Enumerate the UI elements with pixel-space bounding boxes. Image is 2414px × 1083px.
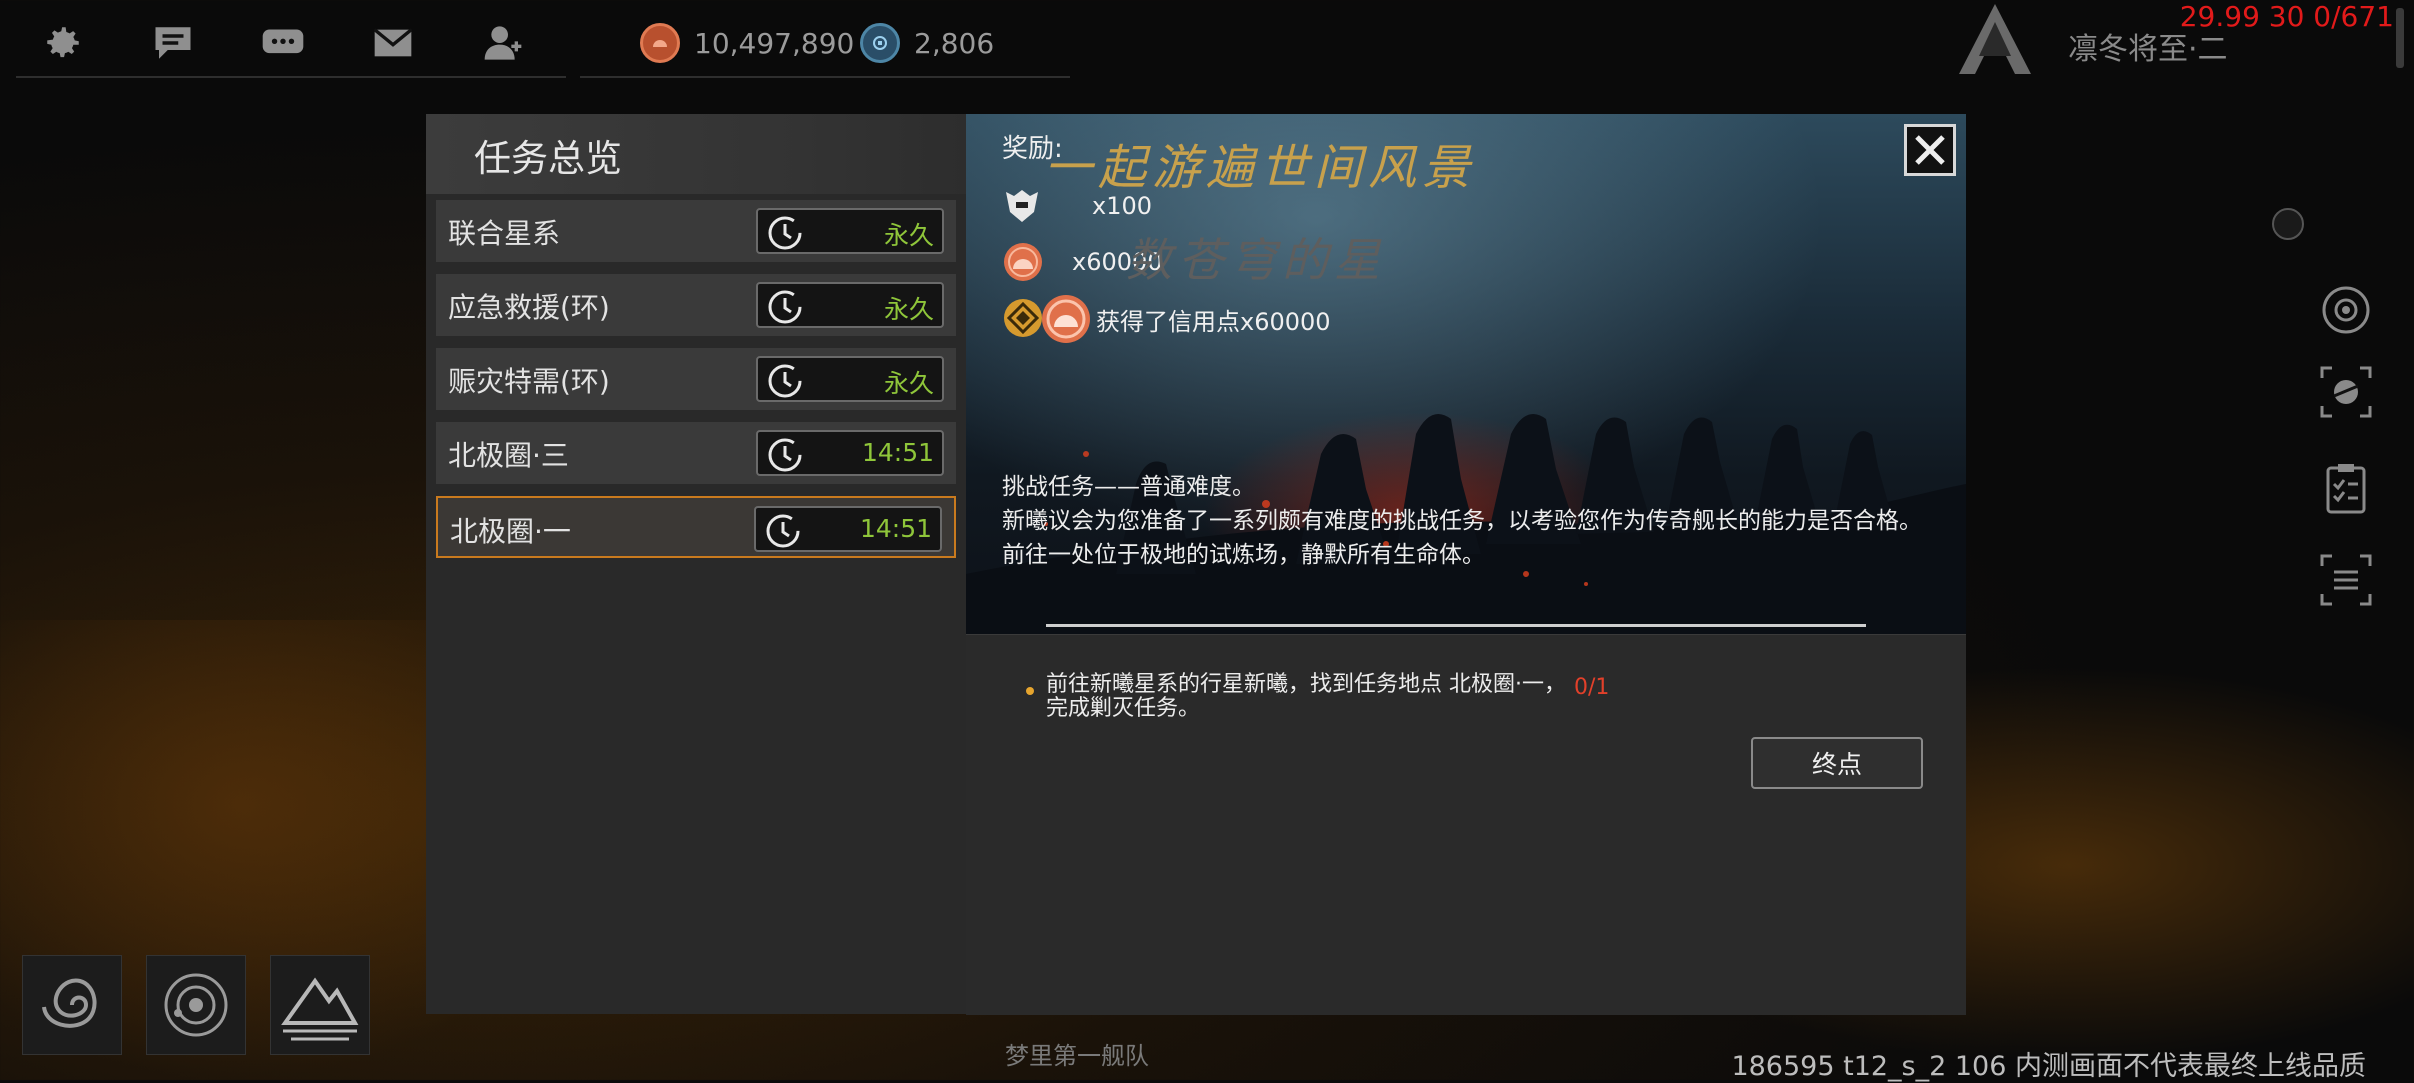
objective-progress: 0/1: [1574, 675, 1610, 700]
crystals-resource: 2,806: [860, 20, 994, 66]
quest-overview-dialog: 任务总览 联合星系 永久 应急救援(环) 永久 赈灾特需(环) 永久 北极圈·三: [426, 114, 1966, 1015]
crystal-icon: [860, 23, 900, 63]
chat-icon[interactable]: [148, 18, 198, 68]
fleet-emblem-icon: [1006, 190, 1038, 222]
watermark-line1: 一起游遍世间风景: [1044, 140, 1477, 196]
scan-planet-icon[interactable]: [2318, 364, 2374, 420]
build-info: 186595 t12_s_2 106 内测画面不代表最终上线品质: [1731, 1051, 2366, 1082]
clock-icon: [766, 514, 800, 548]
quest-name: 联合星系: [448, 217, 561, 250]
quest-name: 北极圈·三: [448, 439, 569, 472]
objective-text: 前往新曦星系的行星新曦，找到任务地点 北极圈·一，完成剿灭任务。: [1046, 672, 1566, 721]
close-button[interactable]: [1904, 124, 1956, 176]
clock-icon: [768, 216, 802, 250]
list-frame-icon[interactable]: [2318, 552, 2374, 608]
minimap-dot: [2272, 208, 2304, 240]
objective-panel: 前往新曦星系的行星新曦，找到任务地点 北极圈·一，完成剿灭任务。 0/1 终点: [966, 634, 1966, 1015]
quest-item[interactable]: 北极圈·三 14:51: [436, 422, 956, 484]
close-icon: [1915, 135, 1945, 165]
quest-list-panel: 任务总览 联合星系 永久 应急救援(环) 永久 赈灾特需(环) 永久 北极圈·三: [426, 114, 966, 1014]
description-line: 挑战任务——普通难度。: [1002, 474, 1255, 500]
credits-resource: 10,497,890: [640, 20, 854, 66]
crystals-value: 2,806: [914, 26, 995, 60]
timer-text: 永久: [883, 295, 934, 324]
fleet-name: 梦里第一舰队: [1005, 1042, 1149, 1070]
clipboard-icon[interactable]: [2318, 460, 2374, 516]
credit-coin-icon: [640, 23, 680, 63]
star-system-button[interactable]: [146, 955, 246, 1055]
credits-value: 10,497,890: [694, 26, 855, 60]
gear-icon[interactable]: [38, 18, 88, 68]
toast-text: 获得了信用点x60000: [1096, 307, 1331, 336]
timer-text: 永久: [883, 221, 934, 250]
timer-text: 14:51: [859, 514, 932, 543]
banner-divider: [1046, 624, 1866, 627]
top-divider: [16, 76, 566, 78]
description-line: 前往一处位于极地的试炼场，静默所有生命体。: [1002, 542, 1485, 568]
quest-timer: 永久: [756, 208, 944, 254]
galaxy-button[interactable]: [22, 955, 122, 1055]
debug-stats: 29.99 30 0/671: [2179, 0, 2394, 33]
quest-item-selected[interactable]: 北极圈·一 14:51: [436, 496, 956, 558]
timer-text: 永久: [883, 369, 934, 398]
clock-icon: [768, 364, 802, 398]
description-line: 新曦议会为您准备了一系列颇有难度的挑战任务，以考验您作为传奇舰长的能力是否合格。: [1002, 508, 1922, 534]
clock-icon: [768, 438, 802, 472]
quest-item[interactable]: 应急救援(环) 永久: [436, 274, 956, 336]
quest-banner: 奖励: x100 x60000 获得了信用点x60000 一起游遍世间风景 数苍…: [966, 114, 1966, 634]
top-divider: [580, 76, 1070, 78]
mountain-icon: [281, 977, 359, 1041]
quest-list-header: 任务总览: [426, 114, 966, 194]
quest-name: 北极圈·一: [450, 515, 571, 548]
friend-icon[interactable]: [478, 18, 528, 68]
quest-name: 应急救援(环): [448, 291, 610, 324]
timer-text: 14:51: [861, 438, 934, 467]
quest-timer: 14:51: [754, 506, 942, 552]
message-bubble-icon[interactable]: [258, 18, 308, 68]
credit-coin-icon: [1042, 295, 1090, 343]
reward-item: [1002, 296, 1044, 340]
dialog-title: 任务总览: [474, 137, 622, 180]
quest-description: 挑战任务——普通难度。 新曦议会为您准备了一系列颇有难度的挑战任务，以考验您作为…: [1002, 470, 1932, 572]
destination-button[interactable]: 终点: [1751, 737, 1923, 789]
edge-handle[interactable]: [2396, 8, 2404, 68]
credit-coin-icon: [1004, 243, 1042, 281]
faction-logo-icon: [1959, 4, 2031, 74]
reward-toast: 获得了信用点x60000: [1040, 290, 1331, 348]
clock-icon: [768, 290, 802, 324]
objective-bullet: [1026, 687, 1034, 695]
mail-icon[interactable]: [368, 18, 418, 68]
quest-timer: 永久: [756, 356, 944, 402]
quest-item[interactable]: 赈灾特需(环) 永久: [436, 348, 956, 410]
planet-surface-button[interactable]: [270, 955, 370, 1055]
quest-item[interactable]: 联合星系 永久: [436, 200, 956, 262]
orbit-icon: [164, 973, 228, 1037]
quest-name: 赈灾特需(环): [448, 365, 610, 398]
galaxy-icon: [42, 978, 97, 1028]
watermark-line2: 数苍穹的星: [1126, 233, 1386, 287]
quest-timer: 永久: [756, 282, 944, 328]
top-bar: 10,497,890 2,806 凛冬将至·二 29.99 30 0/671: [0, 0, 2414, 80]
medal-icon: [1004, 299, 1042, 337]
orbit-target-icon[interactable]: [2318, 282, 2374, 338]
quest-timer: 14:51: [756, 430, 944, 476]
